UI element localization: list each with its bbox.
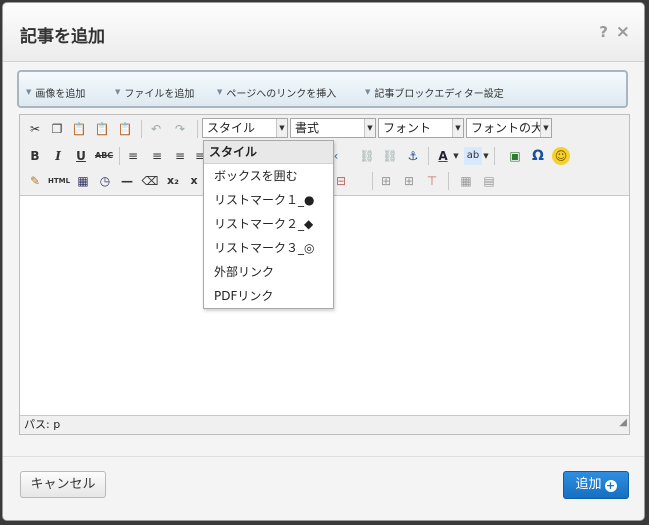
anchor-icon[interactable]: ⚓ <box>404 147 422 165</box>
paste-text-icon[interactable]: 📋 <box>93 120 111 138</box>
add-file-link[interactable]: ▼ ファイルを追加 <box>115 85 194 100</box>
triangle-icon: ▼ <box>26 88 32 96</box>
template-icon[interactable]: ▦ <box>74 172 92 190</box>
underline-button[interactable]: U <box>72 147 90 165</box>
insert-page-link-label: ページへのリンクを挿入 <box>226 89 337 100</box>
cancel-button[interactable]: キャンセル <box>20 471 106 498</box>
chevron-down-icon: ▼ <box>452 119 463 137</box>
add-image-label: 画像を追加 <box>35 89 86 100</box>
unlink-icon[interactable]: ⛓ <box>381 147 399 165</box>
toolbar-separator <box>197 120 198 138</box>
clear-format-icon[interactable]: ✎ <box>26 172 44 190</box>
style-menu-item[interactable]: ボックスを囲む <box>204 164 333 188</box>
redo-icon[interactable]: ↷ <box>171 120 189 138</box>
close-icon[interactable]: × <box>616 22 630 42</box>
add-file-label: ファイルを追加 <box>124 89 195 100</box>
dialog-title: 記事を追加 <box>20 27 105 47</box>
clock-icon[interactable]: ◷ <box>96 172 114 190</box>
undo-icon[interactable]: ↶ <box>147 120 165 138</box>
toolbar-separator <box>494 147 495 165</box>
dialog-footer: キャンセル 追加 + <box>3 456 644 520</box>
chevron-down-icon: ▼ <box>364 119 375 137</box>
align-left-icon[interactable]: ≡ <box>124 147 142 165</box>
style-combo-label: スタイル <box>207 121 256 135</box>
table-delete-col-icon[interactable]: ⊟ <box>332 172 350 190</box>
link-icon[interactable]: ⛓ <box>358 147 376 165</box>
align-center-icon[interactable]: ≡ <box>148 147 166 165</box>
format-combo[interactable]: 書式 ▼ <box>290 118 376 138</box>
block-editor-settings-label: 記事ブロックエディター設定 <box>374 89 504 100</box>
table-props-icon[interactable]: ▤ <box>480 172 498 190</box>
horizontal-rule-icon[interactable]: — <box>118 172 136 190</box>
table-icon[interactable]: ▦ <box>457 172 475 190</box>
style-menu-item[interactable]: リストマーク２_◆ <box>204 212 333 236</box>
font-combo[interactable]: フォント ▼ <box>378 118 464 138</box>
copy-icon[interactable]: ❐ <box>48 120 66 138</box>
html-source-button[interactable]: HTML <box>48 172 70 190</box>
style-menu-item[interactable]: PDFリンク <box>204 284 333 308</box>
chevron-down-icon: ▼ <box>276 119 287 137</box>
eraser-icon[interactable]: ⌫ <box>141 172 159 190</box>
toolbar-separator <box>428 147 429 165</box>
strikethrough-button[interactable]: ABC <box>95 147 113 165</box>
plus-icon: + <box>604 479 617 492</box>
image-icon[interactable]: ▣ <box>506 147 524 165</box>
chevron-down-icon: ▼ <box>540 119 551 137</box>
style-menu-item[interactable]: リストマーク１_● <box>204 188 333 212</box>
path-label: パス: p <box>24 418 61 431</box>
bg-color-icon[interactable]: ab <box>464 147 482 165</box>
quick-action-bar: ▼ 画像を追加 ▼ ファイルを追加 ▼ ページへのリンクを挿入 ▼ 記事ブロックエディタ… <box>17 70 628 108</box>
bold-button[interactable]: B <box>26 147 44 165</box>
triangle-icon: ▼ <box>217 88 223 96</box>
cut-icon[interactable]: ✂ <box>26 120 44 138</box>
delete-cell-icon[interactable]: ⊤ <box>423 172 441 190</box>
chevron-down-icon[interactable]: ▼ <box>482 147 490 165</box>
add-button[interactable]: 追加 + <box>563 471 629 499</box>
editor-path-bar: パス: p ◢ <box>20 415 629 434</box>
text-color-icon[interactable]: A <box>434 147 452 165</box>
smiley-icon[interactable]: ☺ <box>552 147 570 165</box>
superscript-button[interactable]: x <box>185 172 203 190</box>
insert-page-link-link[interactable]: ▼ ページへのリンクを挿入 <box>217 85 336 100</box>
resize-handle-icon[interactable]: ◢ <box>619 414 627 432</box>
toolbar-separator <box>141 120 142 138</box>
toolbar-separator <box>119 147 120 165</box>
toolbar-separator <box>372 172 373 190</box>
font-combo-label: フォント <box>383 121 432 135</box>
help-icon[interactable]: ? <box>599 23 608 41</box>
add-image-link[interactable]: ▼ 画像を追加 <box>26 85 85 100</box>
triangle-icon: ▼ <box>365 88 371 96</box>
special-char-icon[interactable]: Ω <box>529 147 547 165</box>
align-right-icon[interactable]: ≡ <box>171 147 189 165</box>
style-menu-header: スタイル <box>204 141 333 164</box>
triangle-icon: ▼ <box>115 88 121 96</box>
merge-cells-icon[interactable]: ⊞ <box>377 172 395 190</box>
style-menu-item[interactable]: リストマーク３_◎ <box>204 236 333 260</box>
style-dropdown-menu: スタイル ボックスを囲む リストマーク１_● リストマーク２_◆ リストマーク３… <box>203 140 334 309</box>
subscript-button[interactable]: x₂ <box>164 172 182 190</box>
dialog-titlebar: 記事を追加 ? × <box>3 3 644 62</box>
split-cells-icon[interactable]: ⊞ <box>400 172 418 190</box>
toolbar-separator <box>448 172 449 190</box>
style-menu-item[interactable]: 外部リンク <box>204 260 333 284</box>
block-editor-settings-link[interactable]: ▼ 記事ブロックエディター設定 <box>365 85 504 100</box>
paste-icon[interactable]: 📋 <box>70 120 88 138</box>
add-button-label: 追加 <box>575 477 602 492</box>
paste-word-icon[interactable]: 📋 <box>116 120 134 138</box>
font-size-combo[interactable]: フォントの大き ▼ <box>466 118 552 138</box>
style-combo[interactable]: スタイル ▼ <box>202 118 288 138</box>
format-combo-label: 書式 <box>295 121 320 135</box>
add-article-dialog: 記事を追加 ? × ▼ 画像を追加 ▼ ファイルを追加 ▼ ページへのリンクを挿入 ▼… <box>2 2 645 521</box>
chevron-down-icon[interactable]: ▼ <box>452 147 460 165</box>
italic-button[interactable]: I <box>49 147 67 165</box>
